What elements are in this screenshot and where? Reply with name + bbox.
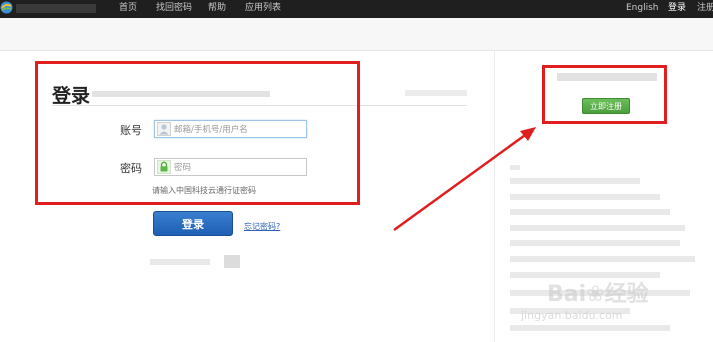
baidu-watermark-url: jingyan.baidu.com [521,309,623,322]
baidu-watermark: Bai❀经验 [547,282,649,307]
